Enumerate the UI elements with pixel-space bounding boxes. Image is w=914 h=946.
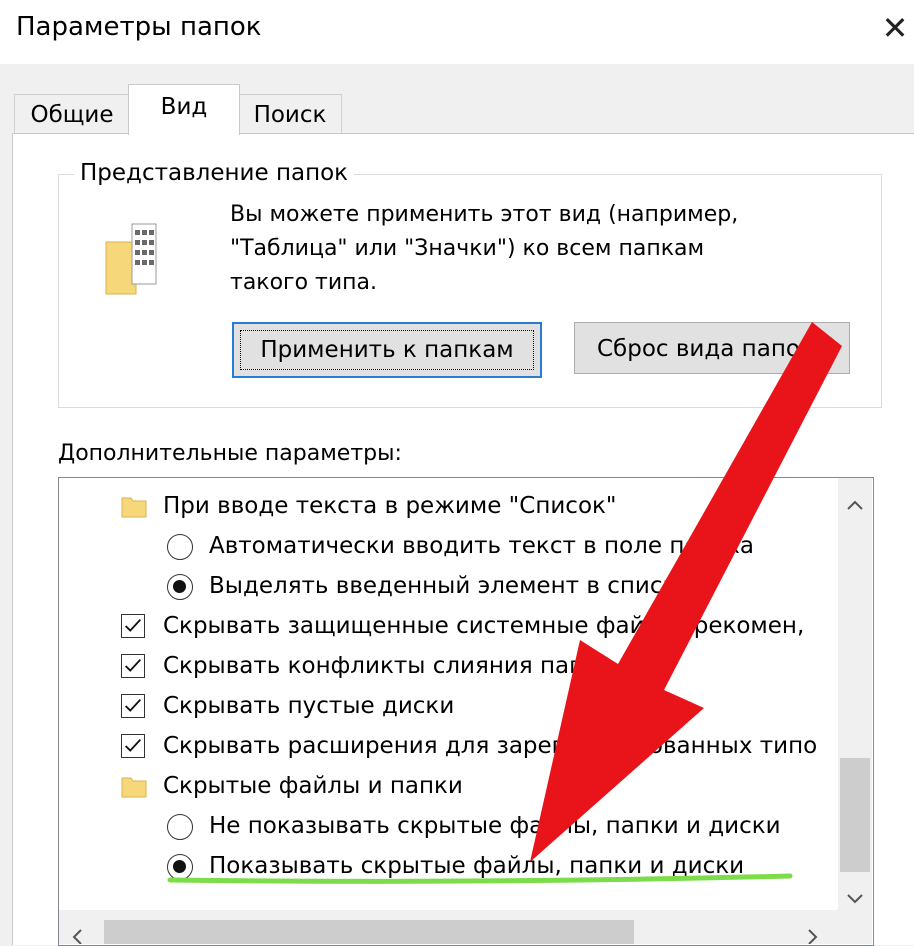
- folder-grid-icon: [105, 223, 157, 295]
- list-item-label: Скрытые файлы и папки: [163, 773, 463, 799]
- scroll-up-icon[interactable]: [845, 498, 865, 512]
- title-bar: Параметры папок ✕: [0, 0, 914, 64]
- folder-views-description-line-1: Вы можете применить этот вид (например,: [230, 202, 739, 227]
- radio-button-selected[interactable]: [167, 574, 193, 600]
- folder-icon: [121, 777, 147, 798]
- apply-to-folders-label: Применить к папкам: [240, 330, 534, 370]
- list-item-label: Показывать скрытые файлы, папки и диски: [209, 853, 745, 879]
- list-item-label: Не показывать скрытые файлы, папки и дис…: [209, 813, 781, 839]
- horizontal-scrollbar-thumb[interactable]: [104, 920, 634, 944]
- list-item-label: Скрывать конфликты слияния папок: [163, 653, 613, 679]
- checkbox-checked-icon[interactable]: [121, 614, 145, 638]
- folder-views-description-line-3: такого типа.: [230, 270, 378, 295]
- radio-button[interactable]: [167, 534, 193, 560]
- tab-bar: Общие Вид Поиск: [0, 84, 914, 135]
- vertical-scrollbar-thumb[interactable]: [840, 758, 870, 872]
- scroll-down-icon[interactable]: [845, 892, 865, 906]
- reset-folders-button[interactable]: Сброс вида папок: [574, 322, 850, 374]
- apply-to-folders-button[interactable]: Применить к папкам: [232, 322, 542, 378]
- list-item-label: Скрывать пустые диски: [163, 693, 455, 719]
- list-item-label: При вводе текста в режиме "Список": [163, 493, 617, 519]
- tab-general[interactable]: Общие: [14, 94, 130, 135]
- checkbox-checked-icon[interactable]: [121, 654, 145, 678]
- tab-search[interactable]: Поиск: [238, 94, 342, 135]
- checkbox-checked-icon[interactable]: [121, 694, 145, 718]
- radio-button-selected[interactable]: [167, 854, 193, 880]
- scroll-right-icon[interactable]: [806, 928, 820, 944]
- folder-views-legend: Представление папок: [74, 160, 355, 186]
- folder-icon: [121, 497, 147, 518]
- tab-view[interactable]: Вид: [128, 84, 240, 135]
- checkbox-checked-icon[interactable]: [121, 734, 145, 758]
- advanced-settings-label: Дополнительные параметры:: [58, 441, 402, 466]
- list-item-label: Скрывать защищенные системные файлы (рек…: [163, 613, 805, 639]
- radio-button[interactable]: [167, 814, 193, 840]
- window-title: Параметры папок: [16, 12, 262, 42]
- scroll-left-icon[interactable]: [70, 928, 84, 944]
- folder-views-description-line-2: "Таблица" или "Значки") ко всем папкам: [230, 236, 705, 261]
- list-item-label: Скрывать расширения для зарегистрированн…: [163, 733, 818, 759]
- advanced-settings-list[interactable]: При вводе текста в режиме "Список" Автом…: [58, 477, 874, 946]
- list-item-label: Выделять введенный элемент в списке: [209, 573, 691, 599]
- close-icon[interactable]: ✕: [876, 8, 914, 48]
- list-item-label: Автоматически вводить текст в поле поиск…: [209, 533, 755, 559]
